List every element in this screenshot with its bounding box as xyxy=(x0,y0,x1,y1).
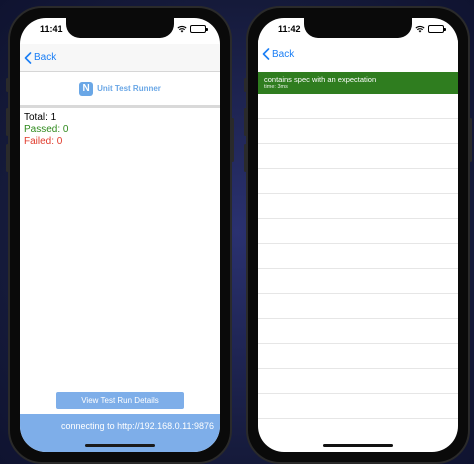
list-item xyxy=(258,244,458,269)
notch xyxy=(66,18,174,38)
total-count: Total: 1 xyxy=(24,112,57,123)
volume-up-button xyxy=(244,108,247,136)
list-item xyxy=(258,344,458,369)
notch xyxy=(304,18,412,38)
app-header: N Unit Test Runner xyxy=(20,72,220,108)
chevron-left-icon xyxy=(24,51,32,64)
volume-down-button xyxy=(244,144,247,172)
failed-count: Failed: 0 xyxy=(24,136,63,147)
list-item xyxy=(258,294,458,319)
home-indicator[interactable] xyxy=(323,444,393,447)
back-button[interactable]: Back xyxy=(262,48,294,60)
volume-down-button xyxy=(6,144,9,172)
nav-bar: Back xyxy=(20,44,220,72)
list-item xyxy=(258,269,458,294)
status-icons xyxy=(177,25,208,33)
power-button xyxy=(231,118,234,162)
test-result-row[interactable]: contains spec with an expectation time: … xyxy=(258,72,458,94)
list-item xyxy=(258,369,458,394)
status-time: 11:41 xyxy=(40,24,63,34)
power-button xyxy=(469,118,472,162)
right-phone: 11:42 Back contains spec with an expecta… xyxy=(244,6,472,464)
list-item xyxy=(258,319,458,344)
mute-switch xyxy=(244,78,247,92)
mute-switch xyxy=(6,78,9,92)
nav-bar: Back xyxy=(258,40,458,68)
back-label: Back xyxy=(272,48,295,60)
list-item xyxy=(258,194,458,219)
wifi-icon xyxy=(177,25,187,33)
list-item xyxy=(258,219,458,244)
list-item xyxy=(258,394,458,419)
connection-footer: connecting to http://192.168.0.11:9876 xyxy=(20,414,220,452)
view-details-button[interactable]: View Test Run Details xyxy=(56,392,184,409)
list-item xyxy=(258,94,458,119)
app-logo: N xyxy=(79,81,94,96)
chevron-left-icon xyxy=(262,48,270,60)
home-indicator[interactable] xyxy=(85,444,155,447)
status-time: 11:42 xyxy=(278,24,301,34)
battery-icon xyxy=(428,25,446,33)
right-screen: 11:42 Back contains spec with an expecta… xyxy=(258,18,458,452)
list-item xyxy=(258,144,458,169)
app-title: Unit Test Runner xyxy=(97,84,161,93)
left-phone: 11:41 Back N Unit Test Runner Total: 1 P… xyxy=(6,6,234,464)
wifi-icon xyxy=(415,25,425,33)
back-button[interactable]: Back xyxy=(24,51,57,64)
list-item xyxy=(258,119,458,144)
test-duration: time: 3ms xyxy=(264,84,288,90)
test-summary: Total: 1 Passed: 0 Failed: 0 xyxy=(24,112,68,148)
back-label: Back xyxy=(34,52,57,63)
battery-icon xyxy=(190,25,208,33)
status-icons xyxy=(415,25,446,33)
passed-count: Passed: 0 xyxy=(24,124,69,135)
connection-status: connecting to http://192.168.0.11:9876 xyxy=(61,421,214,431)
list-item xyxy=(258,169,458,194)
volume-up-button xyxy=(6,108,9,136)
test-name: contains spec with an expectation xyxy=(264,75,377,84)
left-screen: 11:41 Back N Unit Test Runner Total: 1 P… xyxy=(20,18,220,452)
